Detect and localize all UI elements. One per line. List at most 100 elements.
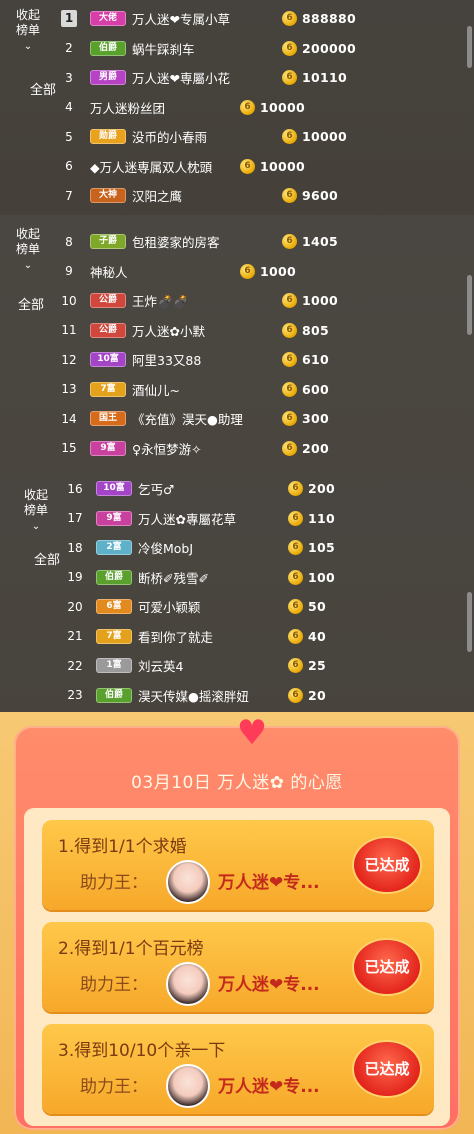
rank-row[interactable]: 10 公爵 王炸💣💣 6 1000 [56,286,460,316]
rank-row[interactable]: 15 9富 ♀永恒梦游✧ 6 200 [56,434,460,464]
user-name[interactable]: 可爱小颖颖 [138,597,288,616]
user-name[interactable]: 《充值》淏天●助理 [132,409,282,428]
rank-row[interactable]: 14 国王 《充值》淏天●助理 6 300 [56,404,460,434]
rank-row[interactable]: 6 ◆万人迷専属双人枕頭 6 10000 [56,152,460,182]
user-name[interactable]: 酒仙儿~ [132,380,282,399]
avatar[interactable] [166,1064,210,1108]
level-badge: 伯爵 [96,569,132,585]
rank-row[interactable]: 4 万人迷粉丝团 6 10000 [56,93,460,123]
user-name[interactable]: 王炸💣💣 [132,291,282,310]
user-name[interactable]: 断桥✐残雪✐ [138,568,288,587]
scrollbar[interactable] [467,275,472,335]
user-name[interactable]: 万人迷粉丝团 [90,98,240,117]
rank-row[interactable]: 17 9富 万人迷✿專屬花草 6 110 [62,504,460,534]
rank-number: 1 [61,10,77,28]
coin-icon: 6 [282,322,297,338]
user-name[interactable]: 万人迷❤专属小草 [132,9,282,28]
rank-row[interactable]: 19 伯爵 断桥✐残雪✐ 6 100 [62,563,460,593]
avatar[interactable] [166,962,210,1006]
user-name[interactable]: 看到你了就走 [138,627,288,646]
rank-row[interactable]: 11 公爵 万人迷✿小默 6 805 [56,316,460,346]
collapse-rank-button[interactable]: 收起 榜单 ⌄ [8,8,48,54]
contribution-score: 105 [308,540,335,556]
rank-row[interactable]: 12 10富 阿里33又88 6 610 [56,345,460,375]
coin-icon: 6 [288,687,303,703]
rank-row[interactable]: 2 伯爵 蜗牛踩刹车 6 200000 [56,34,460,64]
rank-number: 4 [65,100,73,115]
scrollbar[interactable] [467,592,472,652]
coin-icon: 6 [282,11,297,27]
helper-name[interactable]: 万人迷❤专... [218,1072,320,1097]
rank-number: 2 [65,41,73,56]
level-badge: 10富 [96,481,132,497]
contribution-score: 50 [308,599,326,615]
user-name[interactable]: 冷俊MobJ [138,538,288,557]
rank-list: 8 子爵 包租婆家的房客 6 1405 9 神秘人 6 1000 10 公爵 王炸💣💣 6 1000 11 公… [56,227,460,463]
collapse-rank-button[interactable]: 收起 榜单 ⌄ [8,227,48,273]
wish-card: ♥ 03月10日 万人迷✿ 的心愿 1.得到1/1个求婚 助力王： 万人迷❤专...… [14,716,460,1130]
rank-row[interactable]: 9 神秘人 6 1000 [56,257,460,287]
rank-row[interactable]: 22 1富 刘云英4 6 25 [62,651,460,681]
rank-row[interactable]: 7 大神 汉阳之鹰 6 9600 [56,181,460,211]
contribution-score: 888880 [302,11,356,27]
achieved-badge: 已达成 [354,838,420,892]
coin-icon: 6 [282,40,297,56]
user-name[interactable]: 汉阳之鹰 [132,186,282,205]
scrollbar[interactable] [467,26,472,68]
rank-number: 3 [65,70,73,85]
user-name[interactable]: 阿里33又88 [132,350,282,369]
contribution-score: 9600 [302,188,338,204]
rank-number: 9 [65,264,73,279]
user-name[interactable]: 蜗牛踩刹车 [132,39,282,58]
coin-icon: 6 [288,481,303,497]
rank-number: 12 [61,352,77,367]
chevron-down-icon: ⌄ [23,260,33,271]
task-text: 3.得到10/10个亲一下 [58,1041,226,1061]
level-badge: 9富 [96,510,132,526]
user-name[interactable]: 万人迷✿小默 [132,321,282,340]
rank-row[interactable]: 23 伯爵 淏天传媒●摇滚胖妞 6 20 [62,681,460,711]
rank-row[interactable]: 8 子爵 包租婆家的房客 6 1405 [56,227,460,257]
user-name[interactable]: 万人迷❤専屬小花 [132,68,282,87]
helper-name[interactable]: 万人迷❤专... [218,868,320,893]
user-name[interactable]: 乞丐♂ [138,479,288,498]
contribution-score: 1000 [302,293,338,309]
user-name[interactable]: 淏天传媒●摇滚胖妞 [138,686,288,705]
wish-task-list: 1.得到1/1个求婚 助力王： 万人迷❤专... 已达成 2.得到1/1个百元榜 助力王：… [24,808,450,1126]
rank-row[interactable]: 20 6富 可爱小颖颖 6 50 [62,592,460,622]
avatar[interactable] [166,860,210,904]
rank-number: 5 [65,129,73,144]
user-name[interactable]: 刘云英4 [138,656,288,675]
user-name[interactable]: ♀永恒梦游✧ [132,439,282,458]
user-name[interactable]: 没币的小春雨 [132,127,282,146]
rank-number: 6 [65,159,73,174]
user-name[interactable]: ◆万人迷専属双人枕頭 [90,157,240,176]
collapse-rank-button[interactable]: 收起 榜单 ⌄ [16,488,56,534]
user-name[interactable]: 万人迷✿專屬花草 [138,509,288,528]
contribution-score: 25 [308,658,326,674]
collapse-label-1: 收起 [15,227,40,241]
helper-name[interactable]: 万人迷❤专... [218,970,320,995]
level-badge: 9富 [90,440,126,456]
rank-row[interactable]: 18 2富 冷俊MobJ 6 105 [62,533,460,563]
level-badge: 大佬 [90,11,126,27]
coin-icon: 6 [240,158,255,174]
rank-row[interactable]: 13 7富 酒仙儿~ 6 600 [56,375,460,405]
coin-icon: 6 [288,628,303,644]
rank-list: 1 大佬 万人迷❤专属小草 6 888880 2 伯爵 蜗牛踩刹车 6 200000 3 男爵 万人迷❤… [56,4,460,211]
coin-icon: 6 [240,263,255,279]
chevron-down-icon: ⌄ [31,521,41,532]
user-name[interactable]: 神秘人 [90,262,240,281]
rank-row[interactable]: 1 大佬 万人迷❤专属小草 6 888880 [56,4,460,34]
rank-row[interactable]: 16 10富 乞丐♂ 6 200 [62,474,460,504]
tab-all[interactable]: 全部 [34,549,60,568]
rank-row[interactable]: 3 男爵 万人迷❤専屬小花 6 10110 [56,63,460,93]
tab-all[interactable]: 全部 [18,294,44,313]
rank-row[interactable]: 21 7富 看到你了就走 6 40 [62,622,460,652]
user-name[interactable]: 包租婆家的房客 [132,232,282,251]
level-badge: 1富 [96,658,132,674]
tab-all[interactable]: 全部 [30,79,56,98]
rank-row[interactable]: 5 勋爵 没币的小春雨 6 10000 [56,122,460,152]
rank-list: 16 10富 乞丐♂ 6 200 17 9富 万人迷✿專屬花草 6 110 18 2富 冷俊MobJ 6 1… [62,474,460,710]
coin-icon: 6 [282,352,297,368]
